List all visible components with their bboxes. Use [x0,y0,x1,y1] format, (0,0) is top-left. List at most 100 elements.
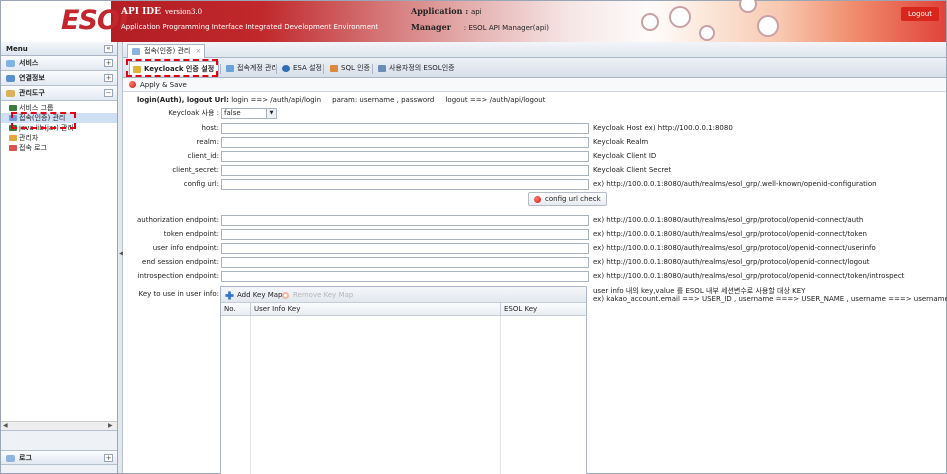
add-key-map-button[interactable]: Add Key Map [225,289,282,301]
config-url-label: config url: [183,180,219,188]
sidebar-section-service[interactable]: 서비스 + [1,56,117,71]
main-panel: 접속(인증) 관리 × Keycloack 인증 설정 접속계정 관리 ESA … [123,42,947,474]
tree-item-access-log[interactable]: 접속 로그 [1,143,117,153]
tab-separator [372,64,373,74]
token-endpoint-hint: ex) http://100.0.0.1:8080/auth/realms/es… [593,230,867,238]
authorization-endpoint-label: authorization endpoint: [136,216,219,224]
logout-button[interactable]: Logout [901,7,939,21]
highlight-marker-sub-tab [126,59,218,77]
keycloak-use-label: Keycloak 사용 : [168,109,219,117]
api-title-text: API IDE [121,7,161,17]
app-header: ESOL API IDE version3.0 Application Progr… [1,0,946,42]
api-title: API IDE version3.0 [121,7,202,17]
realm-hint: Keycloak Realm [593,138,649,146]
auth-url-info-text: login ==> /auth/api/login param: usernam… [228,96,546,104]
user-circle-icon [757,15,779,37]
client-id-hint: Keycloak Client ID [593,152,657,160]
sidebar-section-label: 로그 [19,454,32,462]
config-url-check-button[interactable]: config url check [528,192,607,206]
host-hint: Keycloak Host ex) http://100.0.0.1:8080 [593,124,733,132]
auth-url-info-label: login(Auth), logout Url: [137,96,229,104]
key-map-grid: Add Key Map Remove Key Map No. User Info… [220,286,587,474]
tab-separator [276,64,277,74]
userinfo-endpoint-input[interactable] [221,243,589,254]
document-icon [378,65,386,72]
column-header-user-info-key[interactable]: User Info Key [251,303,501,316]
config-url-hint: ex) http://100.0.0.1:8080/auth/realms/es… [593,180,877,188]
column-header-esol-key[interactable]: ESOL Key [501,303,587,316]
config-url-check-label: config url check [545,195,601,203]
tree-item-admin[interactable]: 관리자 [1,133,117,143]
realm-label: realm: [196,138,219,146]
chevron-down-icon[interactable]: ▼ [266,109,276,118]
tree-item-label: 관리자 [19,134,39,142]
add-key-map-label: Add Key Map [237,291,283,299]
introspection-endpoint-input[interactable] [221,271,589,282]
tab-label: ESA 설정 [293,64,322,72]
tab-account-management[interactable]: 접속계정 관리 [223,61,282,76]
host-input[interactable] [221,123,589,134]
horizontal-scrollbar[interactable]: ◀ ▶ [1,421,117,430]
decorative-circle-icon [699,25,715,41]
admin-icon [9,135,17,141]
remove-key-map-button[interactable]: Remove Key Map [281,289,353,301]
service-icon [6,60,15,67]
scroll-right-icon[interactable]: ▶ [108,423,115,429]
tab-custom-esol-auth[interactable]: 사용자정의 ESOL인증 [375,61,459,76]
keycloak-use-select[interactable]: false ▼ [221,108,277,119]
key-map-grid-body [221,316,586,474]
token-endpoint-input[interactable] [221,229,589,240]
sidebar-section-log[interactable]: 로그 + [1,450,117,465]
connection-icon [6,75,15,82]
end-session-endpoint-input[interactable] [221,257,589,268]
introspection-endpoint-hint: ex) http://100.0.0.1:8080/auth/realms/es… [593,272,905,280]
sidebar-section-admin-tools[interactable]: 관리도구 − [1,86,117,101]
chart-icon [330,65,338,72]
grid-column-no [221,316,251,474]
tree-item-label: 접속 로그 [19,144,47,152]
group-icon [9,105,17,111]
auth-url-info: login(Auth), logout Url: login ==> /auth… [137,96,545,104]
realm-input[interactable] [221,137,589,148]
globe-icon [282,65,290,72]
sub-tabbar: Keycloack 인증 설정 접속계정 관리 ESA 설정 SQL 인증 사용… [123,58,946,78]
collapse-icon[interactable]: − [104,89,113,97]
sidebar-section-connection[interactable]: 연결정보 + [1,71,117,86]
client-secret-hint: Keycloak Client Secret [593,166,672,174]
remove-key-map-label: Remove Key Map [293,291,354,299]
sidebar-tree: 서비스 그룹 접속(인증) 관리 java lib(jar) 관리 관리자 접속… [1,101,117,431]
apply-save-label: Apply & Save [140,81,187,89]
token-endpoint-label: token endpoint: [163,230,219,238]
client-secret-label: client_secret: [172,166,219,174]
pencil-icon [226,65,234,72]
tab-label: 접속(인증) 관리 [144,47,191,55]
expand-icon[interactable]: + [104,74,113,82]
client-id-label: client_id: [187,152,219,160]
tab-label: SQL 인증 [341,64,370,72]
authorization-endpoint-input[interactable] [221,215,589,226]
tab-access-auth[interactable]: 접속(인증) 관리 × [127,44,206,58]
expand-icon[interactable]: + [104,454,113,462]
decorative-circle-icon [641,13,659,31]
close-tab-icon[interactable]: × [195,45,201,58]
tab-sql-auth[interactable]: SQL 인증 [327,61,374,76]
authorization-endpoint-hint: ex) http://100.0.0.1:8080/auth/realms/es… [593,216,864,224]
collapse-sidebar-button[interactable]: « [104,45,113,53]
manager-label: Manager [411,22,451,32]
plus-icon [225,291,234,300]
config-url-input[interactable] [221,179,589,190]
client-id-input[interactable] [221,151,589,162]
scroll-left-icon[interactable]: ◀ [3,423,10,429]
check-icon [534,196,541,203]
expand-icon[interactable]: + [104,59,113,67]
key-map-label: Key to use in user info: [138,290,219,298]
application-label: Application : [411,6,469,16]
client-secret-input[interactable] [221,165,589,176]
tab-esa-settings[interactable]: ESA 설정 [279,61,326,76]
sidebar-header: Menu « [1,42,117,56]
apply-save-button[interactable]: Apply & Save [129,80,187,90]
sidebar-title: Menu [6,45,28,53]
grid-column-user-info-key [251,316,501,474]
sidebar-section-label: 서비스 [19,59,39,67]
end-session-endpoint-hint: ex) http://100.0.0.1:8080/auth/realms/es… [593,258,870,266]
